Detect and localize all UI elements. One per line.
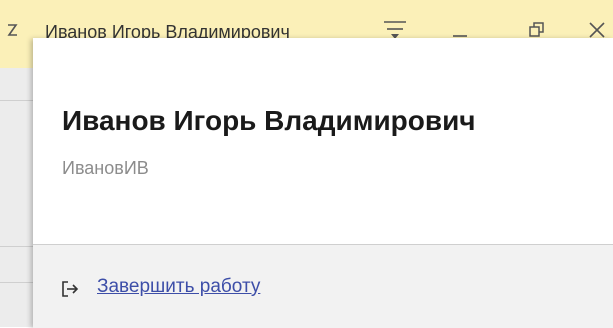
logout-link[interactable]: Завершить работу: [97, 276, 260, 298]
popup-full-name: Иванов Игорь Владимирович: [62, 105, 476, 136]
popup-footer: Завершить работу: [33, 244, 613, 328]
divider: [0, 100, 33, 101]
partial-glyph-icon: [6, 22, 22, 38]
divider: [0, 282, 33, 283]
exit-icon: [60, 279, 80, 299]
user-popup: Иванов Игорь Владимирович ИвановИВ Завер…: [33, 38, 613, 328]
background-window-edge: [0, 68, 33, 327]
divider: [0, 246, 33, 247]
popup-login: ИвановИВ: [62, 158, 149, 178]
